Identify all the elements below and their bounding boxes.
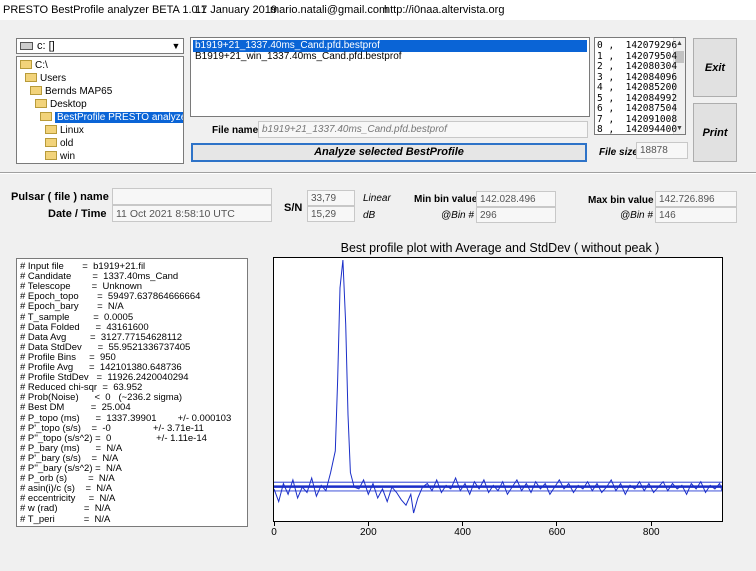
- print-button[interactable]: Print: [693, 103, 737, 162]
- x-tick-label: 600: [548, 527, 566, 538]
- app-title: PRESTO BestProfile analyzer BETA 1.0.1: [3, 4, 207, 16]
- drive-value: c: []: [37, 40, 55, 52]
- tree-item-label: BestProfile PRESTO analyzer 1.0.1.e: [55, 112, 183, 123]
- bin-row[interactable]: 8 , 142094400: [597, 124, 677, 134]
- info-line: # P_topo (ms) = 1337.39901 +/- 0.000103: [20, 412, 232, 424]
- x-tick-label: 200: [359, 527, 377, 538]
- section-divider: [0, 172, 756, 174]
- bin-row[interactable]: 0 , 142079296: [597, 40, 677, 51]
- profile-plot: [273, 257, 723, 522]
- tree-item[interactable]: C:\: [20, 59, 48, 72]
- file-list-item[interactable]: B1919+21_win_1337.40ms_Cand.pfd.bestprof: [193, 51, 404, 63]
- tree-item[interactable]: Bernds MAP65: [30, 85, 112, 98]
- x-tick-mark: [556, 522, 558, 526]
- tree-item-label: Bernds MAP65: [45, 86, 113, 97]
- max-bin-at-label: @Bin #: [620, 210, 653, 221]
- sn-db-unit: dB: [363, 210, 376, 221]
- x-tick-label: 800: [642, 527, 660, 538]
- min-bin-index-field: 296: [476, 207, 556, 223]
- author-url: http://i0naa.altervista.org: [384, 4, 505, 16]
- folder-icon: [40, 112, 52, 121]
- bin-row[interactable]: 9 , 142096304: [597, 135, 677, 136]
- date-time-label: Date / Time: [48, 208, 107, 220]
- x-tick-mark: [462, 522, 464, 526]
- analyze-button[interactable]: Analyze selected BestProfile: [191, 143, 587, 162]
- min-bin-at-label: @Bin #: [441, 210, 474, 221]
- file-name-label: File name: [212, 125, 259, 136]
- chevron-down-icon[interactable]: ▼: [169, 39, 183, 53]
- tree-item-label: Users: [40, 73, 67, 84]
- info-line: # Best DM = 25.004: [20, 402, 131, 414]
- x-tick-label: 0: [271, 527, 277, 538]
- max-bin-index-field: 146: [655, 207, 737, 223]
- x-tick-mark: [367, 522, 369, 526]
- tree-item-label: win: [60, 151, 76, 162]
- author-email: mario.natali@gmail.com: [270, 4, 389, 16]
- x-tick-label: 400: [454, 527, 471, 538]
- folder-icon: [35, 99, 47, 108]
- file-size-label: File size: [599, 147, 638, 158]
- max-bin-field: 142.726.896: [655, 191, 737, 207]
- drive-icon: [20, 42, 33, 50]
- tree-item[interactable]: win: [45, 150, 75, 163]
- tree-item-label: old: [60, 138, 74, 149]
- drive-select[interactable]: c: [] ▼: [16, 38, 184, 54]
- sn-db-field: 15,29: [307, 206, 355, 222]
- folder-icon: [45, 151, 57, 160]
- folder-icon: [30, 86, 42, 95]
- app-date: 17 January 2019: [195, 4, 277, 16]
- tree-item-label: Desktop: [50, 99, 87, 110]
- pulsar-name-field: [112, 188, 272, 205]
- bestprof-info-box[interactable]: # Input file = b1919+21.fil # Candidate =…: [16, 258, 248, 527]
- date-time-field: 11 Oct 2021 8:58:10 UTC: [112, 205, 272, 222]
- tree-item-label: C:\: [35, 60, 48, 71]
- sn-label: S/N: [284, 202, 303, 214]
- exit-button[interactable]: Exit: [693, 38, 737, 97]
- file-size-field: 18878: [636, 142, 688, 159]
- tree-item[interactable]: Users: [25, 72, 66, 85]
- bin-row[interactable]: 4 , 142085200: [597, 82, 677, 93]
- bin-values-list[interactable]: ▲ ▼ 0 , 142079296 1 , 142079504 2 , 142080…: [594, 37, 686, 135]
- bin-row[interactable]: 7 , 142091008: [597, 114, 677, 125]
- tree-item-label: Linux: [60, 125, 84, 136]
- bin-row[interactable]: 5 , 142084992: [597, 93, 677, 104]
- folder-icon: [20, 60, 32, 69]
- min-bin-label: Min bin value: [414, 194, 478, 205]
- info-line: # T_sample = 0.0005: [20, 311, 134, 323]
- info-line: # T_peri = N/A: [20, 513, 111, 525]
- profile-plot-svg: [273, 259, 723, 514]
- tree-item[interactable]: Desktop: [35, 98, 87, 111]
- x-tick-mark: [273, 522, 275, 526]
- tree-item[interactable]: old: [45, 137, 73, 150]
- folder-icon: [45, 125, 57, 134]
- tree-item[interactable]: BestProfile PRESTO analyzer 1.0.1.e: [40, 111, 183, 124]
- bin-row[interactable]: 6 , 142087504: [597, 103, 677, 114]
- title-bar: PRESTO BestProfile analyzer BETA 1.0.1 1…: [0, 0, 756, 20]
- bin-row[interactable]: 3 , 142084096: [597, 72, 677, 83]
- profile-series-line: [273, 259, 723, 514]
- plot-title: Best profile plot with Average and StdDe…: [340, 241, 660, 255]
- pulsar-name-label: Pulsar ( file ) name: [11, 191, 109, 203]
- min-bin-field: 142.028.496: [476, 191, 556, 207]
- sn-linear-unit: Linear: [363, 193, 391, 204]
- info-line: # w (rad) = N/A: [20, 503, 111, 515]
- sn-linear-field: 33,79: [307, 190, 355, 206]
- bin-row[interactable]: 2 , 142080304: [597, 61, 677, 72]
- file-name-field[interactable]: b1919+21_1337.40ms_Cand.pfd.bestprof: [258, 121, 588, 138]
- tree-item[interactable]: Linux: [45, 124, 84, 137]
- bin-row[interactable]: 1 , 142079504: [597, 51, 677, 62]
- folder-icon: [25, 73, 37, 82]
- folder-icon: [45, 138, 57, 147]
- x-tick-mark: [650, 522, 652, 526]
- info-line: # Epoch_bary = N/A: [20, 301, 124, 313]
- directory-tree[interactable]: C:\ Users Bernds MAP65 Desktop BestProfile P…: [16, 56, 184, 164]
- file-list[interactable]: b1919+21_1337.40ms_Cand.pfd.bestprof B191…: [190, 37, 590, 117]
- max-bin-label: Max bin value: [588, 195, 654, 206]
